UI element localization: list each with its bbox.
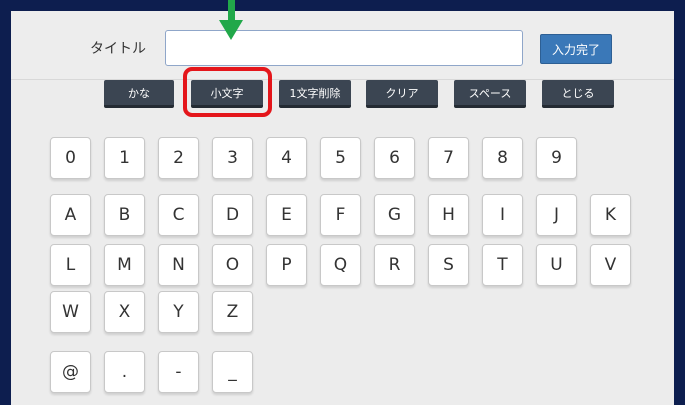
kana-button[interactable]: かな: [104, 80, 174, 108]
close-button[interactable]: とじる: [542, 80, 614, 108]
key-0-1[interactable]: 1: [104, 137, 145, 179]
key-0-6[interactable]: 6: [374, 137, 415, 179]
done-button[interactable]: 入力完了: [540, 34, 612, 64]
key-2-9[interactable]: U: [536, 244, 577, 286]
delete-one-char-button[interactable]: 1文字削除: [279, 80, 351, 108]
key-2-10[interactable]: V: [590, 244, 631, 286]
clear-button[interactable]: クリア: [366, 80, 438, 108]
key-0-7[interactable]: 7: [428, 137, 469, 179]
key-1-2[interactable]: C: [158, 194, 199, 236]
key-3-0[interactable]: W: [50, 291, 91, 333]
key-1-9[interactable]: J: [536, 194, 577, 236]
key-1-5[interactable]: F: [320, 194, 361, 236]
key-2-3[interactable]: O: [212, 244, 253, 286]
key-2-0[interactable]: L: [50, 244, 91, 286]
key-4-2[interactable]: -: [158, 351, 199, 393]
lowercase-highlight-box: [183, 67, 272, 117]
key-4-3[interactable]: _: [212, 351, 253, 393]
key-3-2[interactable]: Y: [158, 291, 199, 333]
key-3-3[interactable]: Z: [212, 291, 253, 333]
key-1-4[interactable]: E: [266, 194, 307, 236]
pointer-arrow-head-icon: [219, 20, 243, 40]
pointer-arrow-icon: [228, 0, 235, 22]
key-2-5[interactable]: Q: [320, 244, 361, 286]
key-1-6[interactable]: G: [374, 194, 415, 236]
key-1-3[interactable]: D: [212, 194, 253, 236]
space-button[interactable]: スペース: [454, 80, 526, 108]
key-2-1[interactable]: M: [104, 244, 145, 286]
key-1-1[interactable]: B: [104, 194, 145, 236]
key-0-3[interactable]: 3: [212, 137, 253, 179]
key-0-9[interactable]: 9: [536, 137, 577, 179]
key-0-8[interactable]: 8: [482, 137, 523, 179]
key-2-4[interactable]: P: [266, 244, 307, 286]
key-1-10[interactable]: K: [590, 194, 631, 236]
key-0-4[interactable]: 4: [266, 137, 307, 179]
key-3-1[interactable]: X: [104, 291, 145, 333]
key-2-6[interactable]: R: [374, 244, 415, 286]
key-1-0[interactable]: A: [50, 194, 91, 236]
key-4-1[interactable]: .: [104, 351, 145, 393]
key-1-8[interactable]: I: [482, 194, 523, 236]
key-0-2[interactable]: 2: [158, 137, 199, 179]
key-2-2[interactable]: N: [158, 244, 199, 286]
title-label: タイトル: [90, 41, 146, 57]
key-0-0[interactable]: 0: [50, 137, 91, 179]
key-2-7[interactable]: S: [428, 244, 469, 286]
key-1-7[interactable]: H: [428, 194, 469, 236]
key-2-8[interactable]: T: [482, 244, 523, 286]
key-4-0[interactable]: @: [50, 351, 91, 393]
key-0-5[interactable]: 5: [320, 137, 361, 179]
